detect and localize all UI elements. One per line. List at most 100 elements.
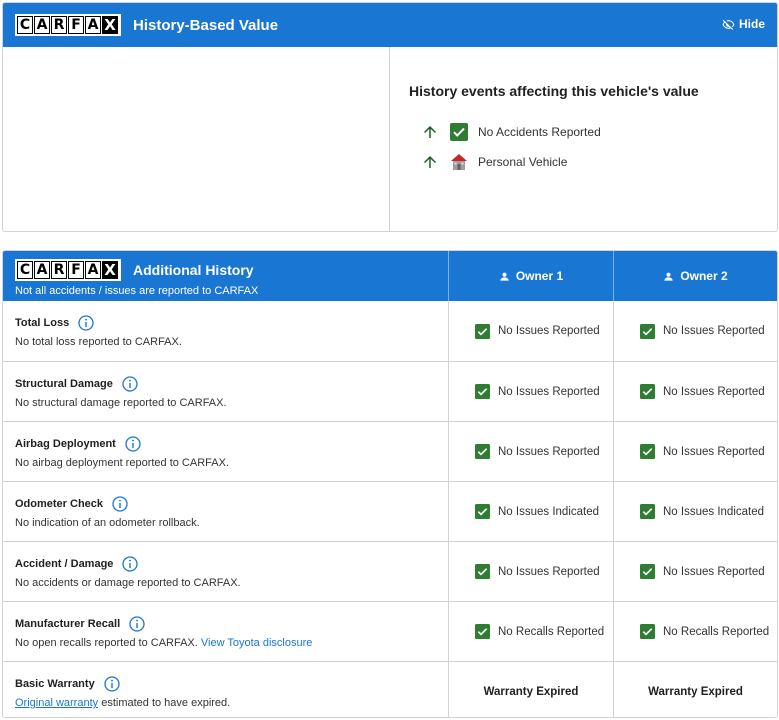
value-chart-area (3, 47, 390, 231)
row-label-cell: Odometer Check No indication of an odomet… (3, 482, 449, 541)
logo-letter: C (17, 16, 33, 34)
row-description-text: estimated to have expired. (101, 697, 231, 709)
row-description: No indication of an odometer rollback. (15, 517, 448, 529)
row-description-text: No total loss reported to CARFAX. (15, 336, 182, 348)
info-icon[interactable] (125, 436, 141, 452)
status-text: No Recalls Reported (498, 625, 605, 638)
status-text: No Issues Reported (498, 325, 600, 337)
event-label: Personal Vehicle (478, 155, 568, 169)
row-title: Total Loss (15, 317, 70, 329)
info-icon[interactable] (122, 556, 139, 572)
row-title: Accident / Damage (15, 558, 114, 570)
owner-2-status: No Issues Indicated (614, 482, 777, 541)
history-based-value-card: C A R F A X History-Based Value Hide His… (2, 2, 778, 232)
info-icon[interactable] (129, 616, 145, 632)
status-text: No Issues Reported (663, 565, 765, 578)
owner-1-status: No Issues Indicated (449, 482, 614, 541)
house-icon (450, 153, 468, 171)
owner-1-status: No Issues Reported (449, 362, 614, 421)
event-item: Personal Vehicle (409, 147, 777, 177)
row-description-text: No indication of an odometer rollback. (15, 517, 200, 529)
row-description-text: No accidents or damage reported to CARFA… (15, 577, 241, 589)
check-icon (475, 624, 490, 639)
check-icon (475, 504, 490, 519)
row-description: No open recalls reported to CARFAX. View… (15, 637, 448, 649)
events-title: History events affecting this vehicle's … (409, 83, 699, 99)
status-text: No Issues Reported (498, 385, 600, 398)
table-row: Structural Damage No structural damage re… (3, 361, 777, 421)
check-icon (640, 624, 655, 639)
row-description: Original warranty estimated to have expi… (15, 697, 448, 709)
owner-1-status: No Issues Reported (449, 422, 614, 481)
row-description-text: No open recalls reported to CARFAX. (15, 637, 198, 649)
check-icon (640, 504, 655, 519)
owner-2-header: Owner 2 (614, 251, 777, 301)
status-text: No Recalls Reported (663, 625, 770, 638)
row-label-cell: Airbag Deployment No airbag deployment re… (3, 422, 449, 481)
row-title: Manufacturer Recall (15, 618, 121, 630)
info-icon[interactable] (78, 315, 94, 331)
owner-label: Owner 1 (515, 269, 564, 283)
logo-letter: F (68, 16, 84, 34)
event-label: No Accidents Reported (478, 125, 601, 139)
check-icon (475, 444, 490, 459)
status-text: No Issues Indicated (498, 505, 600, 518)
check-icon (640, 384, 655, 399)
logo-letter: F (68, 261, 84, 279)
row-label-cell: Total Loss No total loss reported to CARF… (3, 301, 449, 361)
logo-letter: A (34, 16, 50, 34)
row-description: No structural damage reported to CARFAX. (15, 397, 448, 409)
check-icon (475, 384, 490, 399)
original-warranty-link[interactable]: Original warranty (15, 697, 98, 709)
check-icon (475, 564, 490, 579)
owner-2-status: No Issues Reported (614, 542, 777, 601)
row-description: No accidents or damage reported to CARFA… (15, 577, 448, 589)
carfax-logo: C A R F A X (15, 259, 121, 281)
owner-2-status: No Recalls Reported (614, 602, 777, 661)
row-description-text: No airbag deployment reported to CARFAX. (15, 457, 230, 469)
owner-2-status: Warranty Expired (614, 662, 777, 717)
owner-label: Owner 2 (680, 269, 728, 283)
status-text: No Issues Reported (498, 445, 600, 458)
hide-button[interactable]: Hide (722, 17, 765, 31)
table-row: Manufacturer Recall No open recalls repor… (3, 601, 777, 661)
row-title: Structural Damage (15, 378, 113, 390)
additional-history-card: C A R F A X Additional History Not all a… (2, 250, 778, 718)
carfax-logo: C A R F A X (15, 14, 121, 36)
status-text: No Issues Reported (663, 445, 765, 458)
owner-1-header: Owner 1 (449, 251, 614, 301)
arrow-up-icon (421, 123, 441, 141)
status-text: No Issues Reported (663, 325, 765, 337)
logo-letter: A (85, 261, 101, 279)
additional-history-header: C A R F A X Additional History Not all a… (3, 251, 777, 301)
table-row: Total Loss No total loss reported to CARF… (3, 301, 777, 361)
logo-letter: R (51, 261, 67, 279)
logo-letter: A (85, 16, 101, 34)
owner-2-status: No Issues Reported (614, 422, 777, 481)
row-label-cell: Manufacturer Recall No open recalls repor… (3, 602, 449, 661)
check-icon (450, 123, 468, 141)
status-text: Warranty Expired (648, 685, 743, 698)
logo-letter: X (102, 16, 118, 34)
status-text: Warranty Expired (483, 685, 579, 698)
person-icon (500, 272, 509, 281)
table-row: Airbag Deployment No airbag deployment re… (3, 421, 777, 481)
eye-slash-icon (722, 19, 735, 30)
row-title: Airbag Deployment (15, 438, 116, 450)
info-icon[interactable] (104, 676, 120, 692)
row-title: Odometer Check (15, 498, 104, 510)
info-icon[interactable] (122, 376, 138, 392)
history-based-value-title: History-Based Value (133, 16, 279, 34)
table-row: Accident / Damage No accidents or damage … (3, 541, 777, 601)
info-icon[interactable] (112, 496, 128, 512)
logo-letter: X (102, 261, 118, 279)
logo-letter: C (17, 261, 33, 279)
history-events-panel: History events affecting this vehicle's … (390, 47, 777, 231)
arrow-up-icon (421, 153, 441, 171)
additional-history-subtitle: Not all accidents / issues are reported … (15, 285, 259, 297)
owner-1-status: No Recalls Reported (449, 602, 614, 661)
check-icon (640, 444, 655, 459)
check-icon (640, 323, 655, 339)
owner-1-status: Warranty Expired (449, 662, 614, 717)
view-toyota-disclosure-link[interactable]: View Toyota disclosure (201, 637, 313, 649)
